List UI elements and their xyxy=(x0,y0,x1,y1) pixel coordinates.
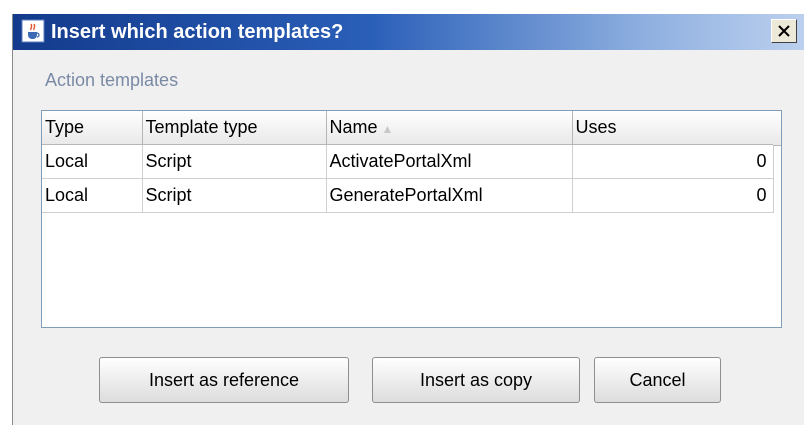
insert-as-reference-button[interactable]: Insert as reference xyxy=(99,357,349,403)
dialog-title: Insert which action templates? xyxy=(51,21,344,43)
insert-templates-dialog: Insert which action templates? Action te… xyxy=(12,14,804,425)
title-bar[interactable]: Insert which action templates? xyxy=(13,14,804,50)
sort-ascending-icon: ▲ xyxy=(381,122,394,136)
table-row[interactable]: Local Script ActivatePortalXml 0 xyxy=(42,144,774,179)
insert-as-copy-button[interactable]: Insert as copy xyxy=(372,357,580,403)
cell-template-type[interactable]: Script xyxy=(142,178,327,213)
table-row[interactable]: Local Script GeneratePortalXml 0 xyxy=(42,178,774,213)
close-icon xyxy=(778,25,790,37)
cell-name[interactable]: GeneratePortalXml xyxy=(326,178,573,213)
column-header-template-type[interactable]: Template type xyxy=(142,111,327,145)
cell-type[interactable]: Local xyxy=(42,178,143,213)
close-button[interactable] xyxy=(771,19,797,43)
section-label: Action templates xyxy=(45,70,179,90)
table-header-row: Type Template type Name ▲ Uses xyxy=(42,111,774,145)
column-header-type[interactable]: Type xyxy=(42,111,143,145)
cell-uses[interactable]: 0 xyxy=(572,144,774,179)
cell-name[interactable]: ActivatePortalXml xyxy=(326,144,573,179)
column-header-name[interactable]: Name ▲ xyxy=(326,111,573,145)
cancel-button[interactable]: Cancel xyxy=(594,357,721,403)
cell-type[interactable]: Local xyxy=(42,144,143,179)
templates-table[interactable]: Type Template type Name ▲ Uses Local Scri… xyxy=(41,110,782,328)
java-cup-icon xyxy=(21,19,45,43)
cell-uses[interactable]: 0 xyxy=(572,178,774,213)
cell-template-type[interactable]: Script xyxy=(142,144,327,179)
header-filler xyxy=(773,111,781,146)
column-header-uses[interactable]: Uses xyxy=(572,111,774,145)
